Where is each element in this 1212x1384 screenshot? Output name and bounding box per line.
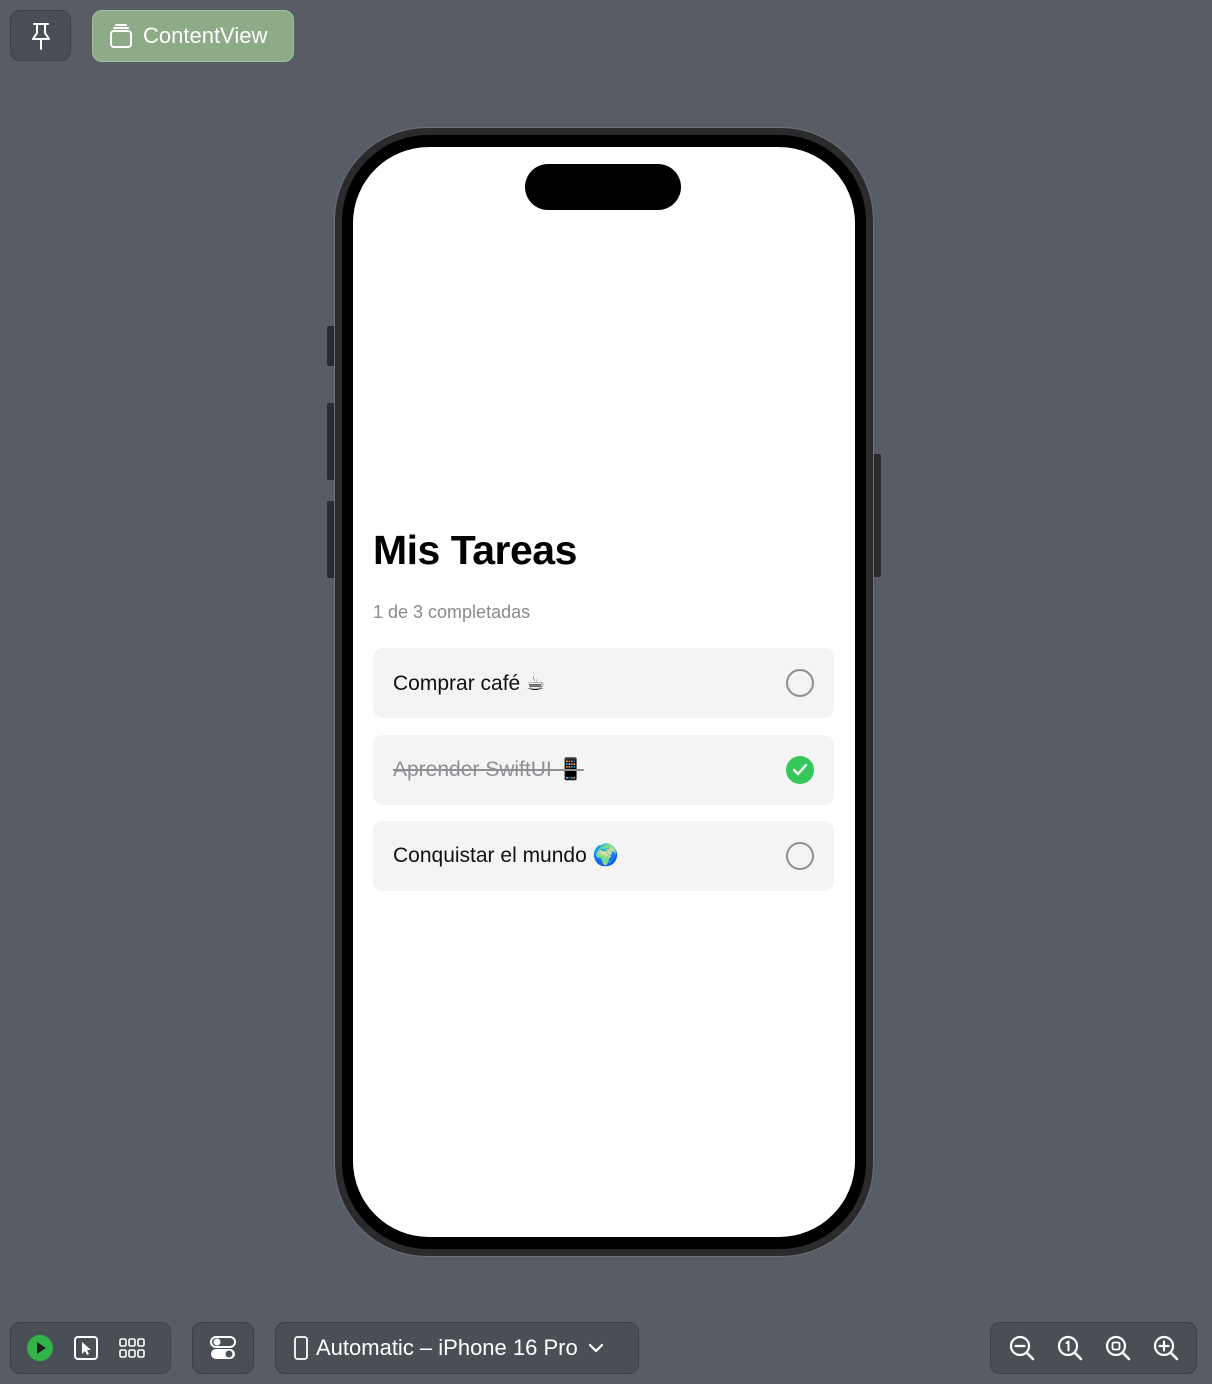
power-button [873, 454, 881, 577]
task-row[interactable]: Conquistar el mundo 🌍 [373, 821, 834, 891]
task-row[interactable]: Comprar café ☕ [373, 648, 834, 718]
preview-name: ContentView [143, 23, 268, 48]
task-label-completed: Aprender SwiftUI 📱 [393, 758, 584, 781]
checkmark-circle-icon[interactable] [786, 756, 814, 784]
dynamic-island [525, 164, 681, 210]
zoom-fit-icon [1105, 1335, 1131, 1361]
action-button [327, 326, 335, 366]
canvas-settings-button[interactable] [192, 1322, 254, 1374]
zoom-out-button[interactable] [999, 1325, 1045, 1371]
xcode-canvas: ContentView Mis Tareas 1 de 3 completada… [0, 0, 1212, 1384]
preview-mode-controls [10, 1322, 171, 1374]
selectable-mode-button[interactable] [63, 1325, 109, 1371]
zoom-in-icon [1153, 1335, 1179, 1361]
task-label: Comprar café ☕ [393, 671, 545, 695]
pin-icon [31, 22, 50, 50]
unchecked-circle-icon[interactable] [786, 669, 814, 697]
iphone-icon [294, 1336, 308, 1360]
zoom-out-icon [1009, 1335, 1035, 1361]
preview-selector-button[interactable]: ContentView [92, 10, 294, 62]
zoom-in-button[interactable] [1143, 1325, 1189, 1371]
zoom-controls [990, 1322, 1197, 1374]
device-name: Automatic – iPhone 16 Pro [316, 1335, 578, 1360]
phone-screen: Mis Tareas 1 de 3 completadas Comprar ca… [353, 147, 855, 1237]
task-row[interactable]: Aprender SwiftUI 📱 [373, 735, 834, 805]
chevron-down-icon [588, 1343, 603, 1353]
zoom-actual-icon [1057, 1335, 1083, 1361]
live-preview-button[interactable] [17, 1325, 63, 1371]
volume-down-button [327, 501, 335, 578]
play-icon [27, 1335, 53, 1361]
iphone-frame: Mis Tareas 1 de 3 completadas Comprar ca… [335, 128, 873, 1256]
stack-icon [110, 24, 132, 48]
zoom-actual-size-button[interactable] [1047, 1325, 1093, 1371]
volume-up-button [327, 403, 335, 480]
completion-summary: 1 de 3 completadas [373, 602, 531, 622]
device-selector[interactable]: Automatic – iPhone 16 Pro [275, 1322, 639, 1374]
variants-button[interactable] [109, 1325, 155, 1371]
grid-icon [119, 1338, 145, 1358]
task-label: Conquistar el mundo 🌍 [393, 844, 619, 867]
toggles-icon [210, 1336, 236, 1359]
zoom-to-fit-button[interactable] [1095, 1325, 1141, 1371]
page-title: Mis Tareas [373, 527, 577, 573]
unchecked-circle-icon[interactable] [786, 842, 814, 870]
cursor-icon [74, 1336, 98, 1360]
pin-preview-button[interactable] [10, 10, 71, 61]
